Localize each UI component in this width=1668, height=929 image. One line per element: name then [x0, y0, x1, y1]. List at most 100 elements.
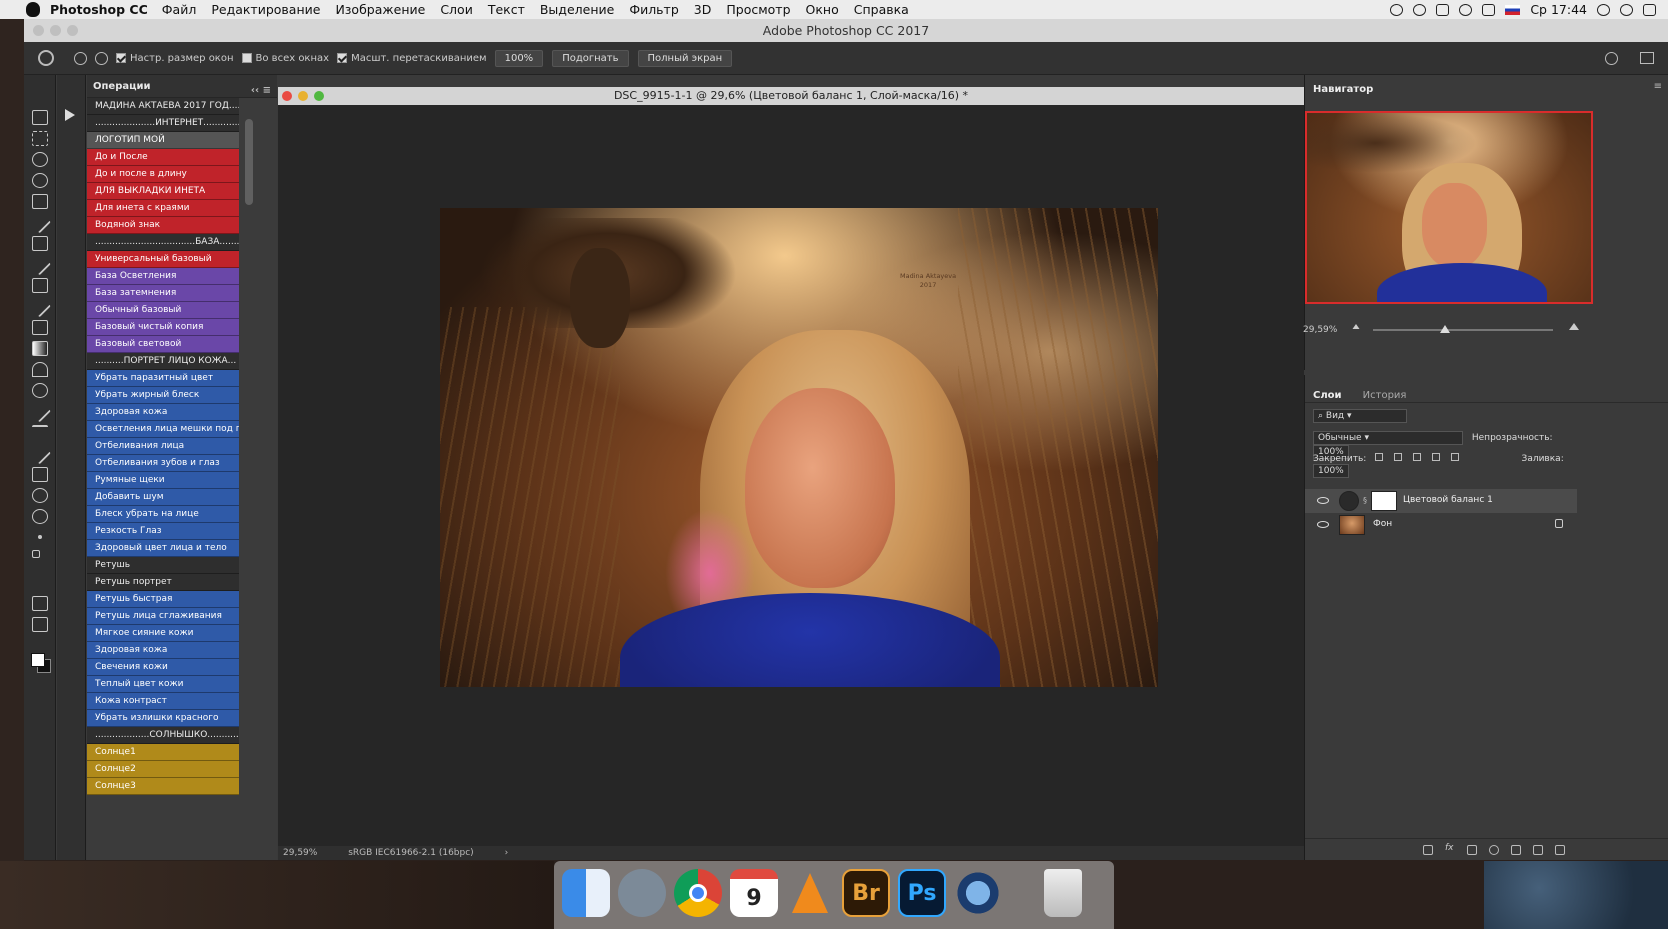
action-item[interactable]: До и после в длину [87, 166, 239, 183]
new-group-icon[interactable] [1511, 845, 1521, 855]
app-menu[interactable]: Photoshop CC [50, 2, 148, 17]
document-close-button[interactable] [282, 91, 292, 101]
wifi-icon[interactable] [1459, 3, 1473, 16]
scrubby-zoom-checkbox[interactable] [337, 53, 348, 63]
more-tools-icon[interactable] [38, 535, 42, 539]
new-adjustment-layer-icon[interactable] [1489, 845, 1499, 855]
history-brush-tool-icon[interactable] [29, 295, 51, 318]
layer-mask-thumbnail[interactable] [1371, 491, 1397, 511]
zoom-out-icon[interactable] [95, 51, 108, 65]
delete-layer-icon[interactable] [1555, 845, 1565, 855]
chrome-icon[interactable] [674, 869, 722, 917]
layer-visibility-eye-icon[interactable] [1317, 521, 1329, 528]
window-minimize-button[interactable] [50, 25, 61, 36]
layer-name[interactable]: Фон [1373, 519, 1392, 529]
resize-windows-option[interactable]: Настр. размер окон [116, 53, 234, 64]
menu-file[interactable]: Файл [162, 2, 197, 17]
menu-edit[interactable]: Редактирование [211, 2, 320, 17]
action-item[interactable]: Здоровый цвет лица и тело [87, 540, 239, 557]
foreground-color-swatch[interactable] [31, 653, 45, 667]
action-item[interactable]: Добавить шум [87, 489, 239, 506]
action-item[interactable]: Ретушь быстрая [87, 591, 239, 608]
action-item[interactable]: Здоровая кожа [87, 642, 239, 659]
lock-position-icon[interactable] [1412, 453, 1421, 461]
tab-history[interactable]: История [1355, 386, 1415, 405]
action-item[interactable]: База затемнения [87, 285, 239, 302]
brush-tool-icon[interactable] [29, 253, 51, 276]
action-item[interactable]: Свечения кожи [87, 659, 239, 676]
gradient-tool-icon[interactable] [32, 341, 48, 356]
tab-layers[interactable]: Слои [1305, 386, 1350, 405]
workspace-icon[interactable] [1640, 52, 1654, 64]
action-item[interactable]: Базовый чистый копия [87, 319, 239, 336]
calendar-icon[interactable]: 9 [730, 869, 778, 917]
layer-filter-select[interactable]: ⌕ Вид ▾ [1313, 409, 1407, 423]
action-item[interactable]: Отбеливания лица [87, 438, 239, 455]
bridge-icon[interactable]: Br [842, 869, 890, 917]
layer-row-color-balance[interactable]: § Цветовой баланс 1 [1305, 489, 1577, 513]
new-layer-icon[interactable] [1533, 845, 1543, 855]
mask-link-icon[interactable]: § [1363, 496, 1367, 505]
layer-row-background[interactable]: Фон [1305, 513, 1577, 537]
menu-view[interactable]: Просмотр [726, 2, 790, 17]
menu-filter[interactable]: Фильтр [629, 2, 678, 17]
lasso-tool-icon[interactable] [32, 152, 48, 167]
vlc-icon[interactable] [786, 869, 834, 917]
document-minimize-button[interactable] [298, 91, 308, 101]
screen-mode-icon[interactable] [32, 617, 48, 632]
trash-icon[interactable] [1044, 869, 1082, 917]
creative-cloud-icon[interactable] [1413, 3, 1427, 16]
layer-name[interactable]: Цветовой баланс 1 [1403, 495, 1493, 505]
move-tool-icon[interactable] [32, 110, 48, 125]
menu-select[interactable]: Выделение [540, 2, 614, 17]
canvas-area[interactable]: Madina Aktayeva 2017 [278, 105, 1304, 846]
input-language-flag-icon[interactable] [1505, 4, 1521, 15]
menu-help[interactable]: Справка [854, 2, 909, 17]
window-zoom-button[interactable] [67, 25, 78, 36]
action-item[interactable]: Базовый световой [87, 336, 239, 353]
all-windows-checkbox[interactable] [241, 53, 252, 63]
action-item[interactable]: Универсальный базовый [87, 251, 239, 268]
photoshop-icon[interactable]: Ps [898, 869, 946, 917]
zoom-in-icon[interactable] [74, 51, 87, 65]
action-item[interactable]: Здоровая кожа [87, 404, 239, 421]
apple-icon[interactable] [26, 2, 40, 17]
action-item[interactable]: ...................СОЛНЫШКО........... [87, 727, 239, 744]
zoom-out-mountain-icon[interactable] [1352, 324, 1360, 329]
action-item[interactable]: Блеск убрать на лице [87, 506, 239, 523]
action-item[interactable]: Солнце2 [87, 761, 239, 778]
lock-transparent-icon[interactable] [1375, 453, 1384, 461]
quick-selection-tool-icon[interactable] [32, 173, 48, 188]
action-item[interactable]: Ретушь лица сглаживания [87, 608, 239, 625]
action-item[interactable]: Ретушь портрет [87, 574, 239, 591]
document-zoom-button[interactable] [314, 91, 324, 101]
action-item[interactable]: Румяные щеки [87, 472, 239, 489]
action-item[interactable]: Резкость Глаз [87, 523, 239, 540]
lock-pixels-icon[interactable] [1394, 453, 1403, 461]
scrubby-zoom-option[interactable]: Масшт. перетаскиванием [337, 53, 487, 64]
finder-icon[interactable] [562, 869, 610, 917]
action-item[interactable]: Ретушь [87, 557, 239, 574]
lock-all-icon[interactable] [1450, 453, 1459, 461]
quick-mask-icon[interactable] [32, 596, 48, 611]
action-item[interactable]: МАДИНА АКТАЕВА 2017 ГОД...... [87, 98, 239, 115]
action-item[interactable]: Теплый цвет кожи [87, 676, 239, 693]
zoom-100-button[interactable]: 100% [494, 49, 544, 67]
navigator-menu-icon[interactable]: ≡ [1654, 81, 1662, 92]
action-item[interactable]: Солнце1 [87, 744, 239, 761]
action-item[interactable]: Убрать жирный блеск [87, 387, 239, 404]
action-item[interactable]: Водяной знак [87, 217, 239, 234]
action-item[interactable]: База Осветления [87, 268, 239, 285]
actions-panel-title[interactable]: Операции [93, 81, 151, 92]
action-item[interactable]: ЛОГОТИП МОЙ [87, 132, 239, 149]
blend-mode-select[interactable]: Обычные ▾ [1313, 431, 1463, 445]
action-item[interactable]: Солнце3 [87, 778, 239, 795]
canvas-photo[interactable]: Madina Aktayeva 2017 [440, 208, 1158, 687]
action-item[interactable]: Мягкое сияние кожи [87, 625, 239, 642]
zoom-tool-icon[interactable] [32, 509, 48, 524]
lock-artboard-icon[interactable] [1431, 453, 1440, 461]
menu-image[interactable]: Изображение [335, 2, 425, 17]
all-windows-option[interactable]: Во всех окнах [241, 53, 329, 64]
siri-icon[interactable] [1620, 3, 1633, 16]
clone-stamp-tool-icon[interactable] [32, 278, 48, 293]
